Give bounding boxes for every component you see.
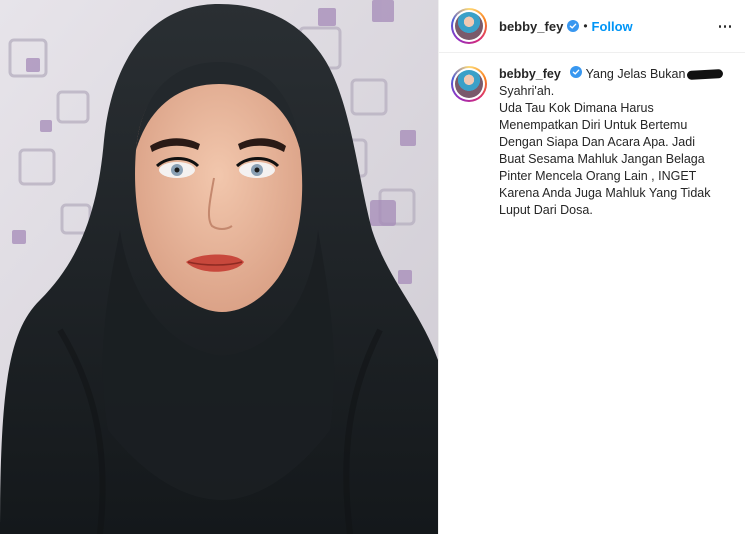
caption-line: Buat Sesama Mahluk Jangan Belaga [499, 152, 705, 166]
caption-line: Uda Tau Kok Dimana Harus [499, 101, 654, 115]
caption-line: Dengan Siapa Dan Acara Apa. Jadi [499, 135, 695, 149]
profile-avatar[interactable] [451, 8, 487, 44]
selfie-image [0, 0, 438, 534]
redaction-mark [687, 69, 724, 81]
caption-username[interactable]: bebby_fey [499, 67, 561, 81]
caption: bebby_fey Yang Jelas Bukan Syahri'ah. Ud… [451, 66, 735, 219]
follow-button[interactable]: Follow [592, 19, 633, 34]
header-username[interactable]: bebby_fey [499, 19, 563, 34]
caption-line: Karena Anda Juga Mahluk Yang Tidak [499, 186, 711, 200]
caption-line: Menempatkan Diri Untuk Bertemu [499, 118, 688, 132]
caption-opening: Yang Jelas Bukan [585, 67, 686, 81]
caption-avatar[interactable] [451, 66, 487, 102]
more-horizontal-icon[interactable] [717, 18, 733, 34]
caption-first-line: bebby_fey Yang Jelas Bukan [499, 66, 735, 83]
caption-text: bebby_fey Yang Jelas Bukan Syahri'ah. Ud… [499, 66, 735, 219]
avatar-image [455, 12, 483, 40]
caption-line: Luput Dari Dosa. [499, 203, 593, 217]
instagram-post: bebby_fey • Follow bebby_fey Yang Jelas … [0, 0, 745, 534]
caption-avatar-image [455, 70, 483, 98]
post-side-panel: bebby_fey • Follow bebby_fey Yang Jelas … [438, 0, 745, 534]
post-header: bebby_fey • Follow [439, 0, 745, 53]
caption-line: Pinter Mencela Orang Lain , INGET [499, 169, 697, 183]
verified-badge-icon [567, 20, 580, 32]
separator-dot: • [583, 19, 588, 33]
header-user-info: bebby_fey • Follow [499, 19, 633, 34]
verified-badge-icon [570, 66, 583, 78]
post-photo[interactable] [0, 0, 438, 534]
caption-line: Syahri'ah. [499, 84, 555, 98]
